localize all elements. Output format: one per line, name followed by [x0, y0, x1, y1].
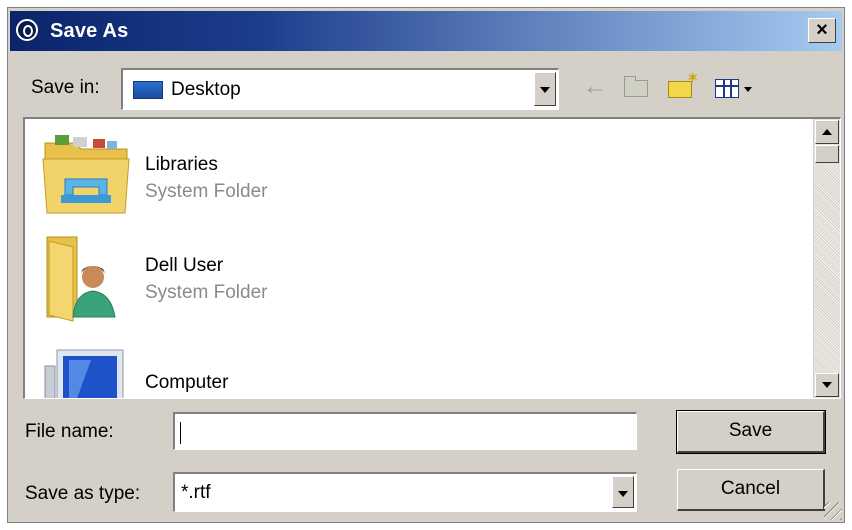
title-bar[interactable]: Save As × — [10, 11, 842, 51]
sparkle-icon: ✶ — [686, 70, 700, 87]
file-type: System Folder — [145, 282, 268, 303]
desktop-icon — [133, 81, 163, 99]
save-in-dropdown-button[interactable] — [534, 72, 556, 106]
save-as-dialog: Save As × Save in: Desktop ← ✶ Libraries… — [7, 7, 845, 523]
libraries-folder-icon — [42, 135, 130, 214]
save-as-type-label: Save as type: — [25, 483, 141, 504]
view-grid-icon — [715, 79, 739, 98]
file-type: System Folder — [145, 181, 268, 202]
up-one-level-button[interactable] — [620, 70, 654, 104]
vertical-scrollbar[interactable] — [813, 119, 840, 398]
list-item[interactable]: Libraries System Folder — [25, 121, 805, 221]
file-name: Dell User — [145, 255, 224, 276]
save-as-type-combobox[interactable]: *.rtf — [173, 472, 637, 512]
close-button[interactable]: × — [808, 18, 836, 43]
user-folder-icon — [46, 236, 116, 322]
save-button[interactable]: Save — [676, 410, 826, 454]
app-icon — [16, 19, 38, 41]
create-new-folder-button[interactable]: ✶ — [664, 70, 702, 104]
scroll-down-button[interactable] — [815, 373, 839, 397]
view-menu-button[interactable] — [711, 70, 761, 104]
save-as-type-dropdown-button[interactable] — [612, 476, 634, 508]
scroll-thumb[interactable] — [815, 145, 839, 163]
scroll-up-button[interactable] — [815, 120, 839, 144]
text-cursor — [180, 422, 181, 444]
save-in-value: Desktop — [171, 79, 241, 100]
dialog-title: Save As — [50, 20, 129, 42]
computer-icon — [44, 349, 124, 398]
save-in-label: Save in: — [31, 77, 100, 98]
file-list[interactable]: Libraries System Folder Dell User System… — [23, 117, 841, 399]
chevron-down-icon — [744, 87, 752, 92]
cancel-button[interactable]: Cancel — [677, 469, 825, 511]
list-item[interactable]: Dell User System Folder — [25, 225, 805, 325]
save-as-type-value: *.rtf — [181, 482, 211, 503]
resize-grip[interactable] — [824, 502, 842, 520]
save-in-combobox[interactable]: Desktop — [121, 68, 559, 110]
file-name: Computer — [145, 372, 229, 393]
list-item[interactable]: Computer System Folder — [25, 337, 805, 398]
back-button[interactable]: ← — [579, 70, 611, 104]
file-name-label: File name: — [25, 421, 114, 442]
file-name: Libraries — [145, 154, 218, 175]
file-name-input[interactable] — [173, 412, 637, 450]
up-folder-icon — [624, 76, 648, 97]
